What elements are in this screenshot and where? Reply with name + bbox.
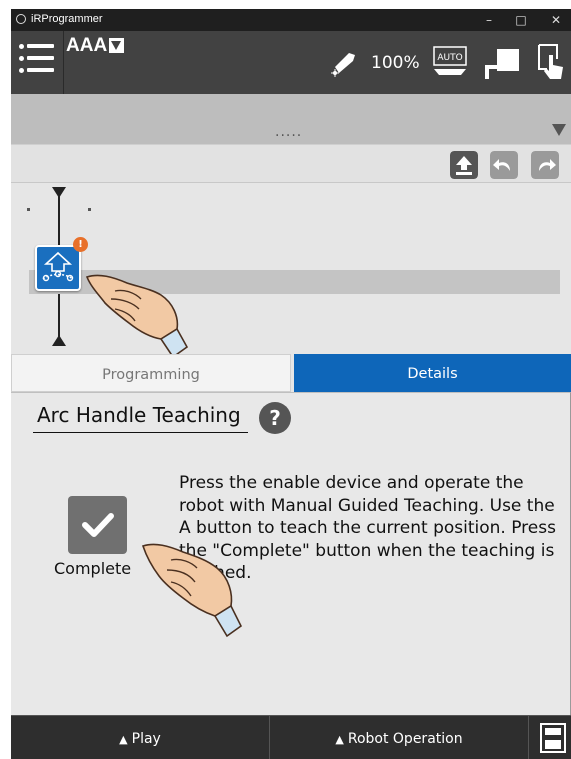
checkmark-icon [82,513,114,537]
play-label: Play [131,731,161,747]
timeline-start-icon [52,187,66,198]
svg-text:AUTO: AUTO [437,53,462,63]
app-logo-icon [16,14,26,24]
touch-mode-icon[interactable] [535,43,567,81]
program-editor-bar[interactable]: ..... [11,94,571,144]
complete-button[interactable] [68,496,127,554]
undo-icon[interactable] [490,151,518,179]
details-title: Arc Handle Teaching [37,403,241,427]
teach-pendant-icon[interactable] [483,45,521,83]
play-triangle-icon: ▲ [335,733,344,746]
close-button[interactable]: ✕ [541,11,571,29]
torch-icon[interactable] [327,45,363,81]
app-window: iRProgrammer – □ ✕ AAA 100% AUTO ..... !… [11,9,571,759]
save-station-icon[interactable] [540,723,566,753]
warning-badge: ! [73,237,88,252]
complete-label: Complete [54,559,132,578]
details-panel: Arc Handle Teaching ? Complete Press the… [11,392,571,715]
maximize-button[interactable]: □ [506,11,536,29]
title-underline [33,432,248,433]
timeline-end-icon [52,335,66,346]
main-toolbar: AAA 100% AUTO [11,31,571,94]
pointing-hand-icon [141,543,243,638]
speed-override[interactable]: 100% [371,53,420,73]
robot-operation-label: Robot Operation [347,731,463,747]
help-icon[interactable]: ? [259,402,291,434]
play-button[interactable]: ▲ Play [11,716,270,759]
arc-teaching-command-icon[interactable] [35,245,81,291]
menu-button[interactable] [11,31,64,94]
auto-mode-icon[interactable]: AUTO [431,45,469,77]
bottom-bar: ▲ Play ▲ Robot Operation [11,715,571,759]
dropdown-caret-icon[interactable] [109,38,124,53]
robot-operation-button[interactable]: ▲ Robot Operation [270,716,529,759]
tab-programming[interactable]: Programming [11,354,291,392]
expand-arrow-icon[interactable] [552,124,566,136]
program-name[interactable]: AAA [66,35,107,57]
tab-bar: Programming Details [11,354,571,392]
title-bar: iRProgrammer – □ ✕ [11,9,571,31]
window-title: iRProgrammer [31,13,103,25]
redo-icon[interactable] [531,151,559,179]
play-triangle-icon: ▲ [119,733,128,746]
pointing-hand-icon [85,274,189,359]
editor-dots: ..... [275,124,303,140]
edit-actions-row [11,144,571,184]
minimize-button[interactable]: – [474,11,504,29]
upload-icon[interactable] [450,151,478,179]
timeline-marker [27,208,30,211]
tab-details[interactable]: Details [294,354,571,392]
program-timeline[interactable]: ! [11,183,571,359]
timeline-marker [88,208,91,211]
